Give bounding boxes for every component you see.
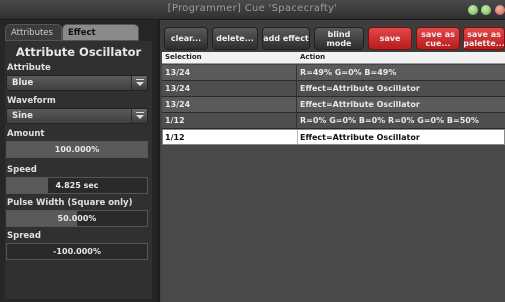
column-divider	[296, 97, 297, 112]
pulse-width-value: 50.000%	[57, 214, 97, 223]
title-bar: [Programmer] Cue 'Spacecrafty'	[0, 0, 505, 20]
save-as-palette-button[interactable]: save as palette...	[463, 27, 505, 50]
attribute-label: Attribute	[7, 63, 51, 73]
table-empty-area[interactable]	[162, 146, 505, 302]
pulse-width-slider[interactable]: 50.000%	[6, 210, 148, 227]
table-header: Selection Action	[162, 52, 505, 64]
toolbar: clear... delete... add effect blind mode…	[160, 20, 505, 53]
blind-mode-button[interactable]: blind mode	[314, 27, 364, 50]
action-cell: Effect=Attribute Oscillator	[300, 100, 420, 109]
amount-slider[interactable]: 100.000%	[6, 141, 148, 158]
pulse-width-label: Pulse Width (Square only)	[7, 198, 133, 208]
waveform-label: Waveform	[7, 96, 56, 106]
tab-attributes[interactable]: Attributes	[5, 24, 62, 41]
speed-label: Speed	[7, 165, 37, 175]
spread-slider[interactable]: -100.000%	[6, 243, 148, 260]
left-panel: Attributes Effect Params Attribute Oscil…	[0, 20, 157, 302]
delete-button[interactable]: delete...	[212, 27, 258, 50]
column-divider	[297, 130, 298, 144]
selection-cell: 1/12	[165, 133, 185, 142]
action-cell: R=0% G=0% B=0% R=0% G=0% B=50%	[300, 116, 479, 125]
save-as-cue-button[interactable]: save as cue...	[416, 27, 460, 50]
attribute-select[interactable]: Blue	[6, 75, 148, 91]
table-row[interactable]: 13/24 Effect=Attribute Oscillator	[162, 97, 505, 113]
dropdown-arrow-icon[interactable]	[131, 109, 147, 123]
spread-label: Spread	[7, 231, 41, 241]
selection-cell: 1/12	[165, 116, 185, 125]
clear-button[interactable]: clear...	[164, 27, 208, 50]
table-row[interactable]: 1/12 R=0% G=0% B=0% R=0% G=0% B=50%	[162, 113, 505, 129]
table-row-selected[interactable]: 1/12 Effect=Attribute Oscillator	[162, 129, 505, 145]
column-divider	[296, 113, 297, 128]
action-cell: Effect=Attribute Oscillator	[300, 133, 420, 142]
selection-cell: 13/24	[165, 68, 191, 77]
add-effect-button[interactable]: add effect	[262, 27, 310, 50]
effect-params-panel: Attribute Oscillator Attribute Blue Wave…	[5, 41, 152, 299]
column-divider	[296, 81, 297, 96]
save-button[interactable]: save	[368, 27, 412, 50]
dropdown-arrow-icon[interactable]	[131, 76, 147, 90]
maximize-button[interactable]	[481, 5, 491, 15]
amount-label: Amount	[7, 129, 45, 139]
spread-value: -100.000%	[53, 247, 101, 256]
waveform-select[interactable]: Sine	[6, 108, 148, 124]
column-divider	[296, 65, 297, 80]
amount-value: 100.000%	[54, 145, 100, 154]
table-row[interactable]: 13/24 Effect=Attribute Oscillator	[162, 81, 505, 97]
column-header-action[interactable]: Action	[300, 53, 325, 61]
selection-cell: 13/24	[165, 84, 191, 93]
close-button[interactable]	[495, 5, 505, 15]
waveform-select-value: Sine	[12, 111, 33, 121]
table-row[interactable]: 13/24 R=49% G=0% B=49%	[162, 65, 505, 81]
window-title: [Programmer] Cue 'Spacecrafty'	[167, 3, 338, 14]
action-cell: R=49% G=0% B=49%	[300, 68, 397, 77]
column-header-selection[interactable]: Selection	[165, 53, 202, 61]
speed-value: 4.825 sec	[55, 181, 99, 190]
speed-slider[interactable]: 4.825 sec	[6, 177, 148, 194]
right-panel: clear... delete... add effect blind mode…	[160, 20, 505, 302]
tab-effect-params[interactable]: Effect Params	[62, 24, 139, 54]
panel-heading: Attribute Oscillator	[15, 45, 142, 59]
minimize-button[interactable]	[468, 5, 478, 15]
action-cell: Effect=Attribute Oscillator	[300, 84, 420, 93]
attribute-select-value: Blue	[12, 78, 34, 88]
selection-cell: 13/24	[165, 100, 191, 109]
